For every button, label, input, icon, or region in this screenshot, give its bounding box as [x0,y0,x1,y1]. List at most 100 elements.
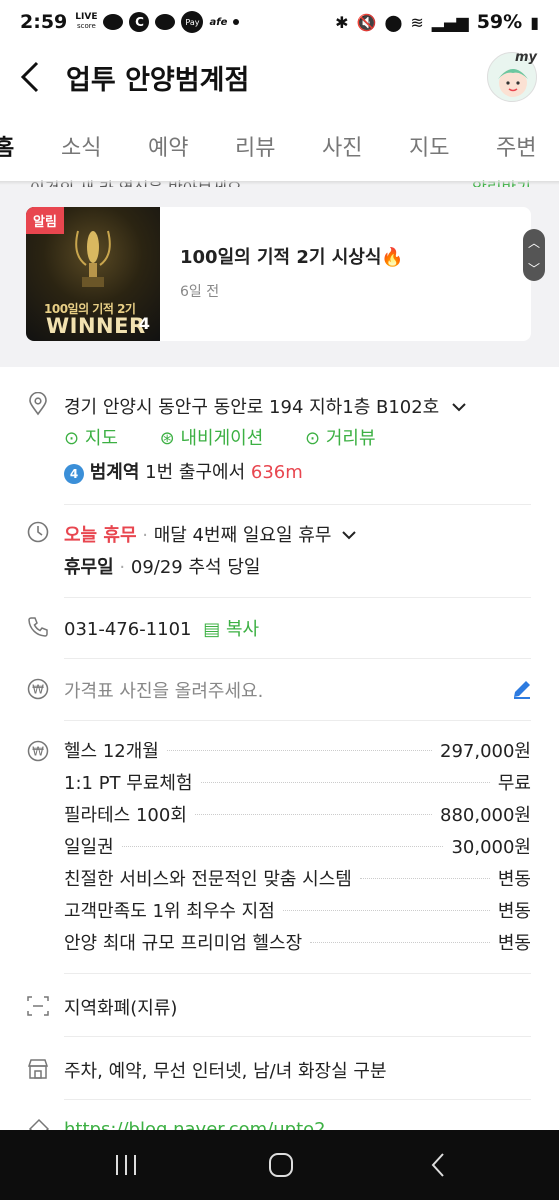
divider [64,720,531,721]
today-status: 오늘 휴무 [64,525,137,546]
alert-thumbnail: 알림 100일의 기적 2기 WINNER 4 [26,207,160,341]
page-title: 업투 안양범계점 [66,64,250,96]
subway-line-badge: 4 [64,464,84,484]
price-item: 일일권 30,000원 [64,830,531,862]
station-exit: 1번 출구에서 [145,462,246,483]
price-photo-prompt[interactable]: 가격표 사진을 올려주세요. [64,677,263,703]
app-header: 업투 안양범계점 my [0,44,559,110]
back-button[interactable] [20,57,54,97]
status-bar: 2:59 LIVE score C Pay afe ✱ 🔇 ⬤ ≋ ▂▄▆ 59… [0,0,559,44]
alert-badge: 알림 [26,207,64,234]
tab-bar: 홈 소식 예약 리뷰 사진 지도 주변 [0,110,559,178]
live-label: LIVE [75,12,98,22]
price-item: 헬스 12개월 297,000원 [64,734,531,766]
price-name: 일일권 [64,837,114,858]
divider [64,658,531,659]
holiday-info: 휴무일 · 09/29 추석 당일 [64,557,261,578]
home-button-icon[interactable] [268,1152,294,1178]
signal-icon: ▂▄▆ [431,12,469,32]
c-app-icon: C [129,12,150,32]
closing-rule: 매달 4번째 일요일 휴무 [153,525,332,546]
chevron-up-icon[interactable]: ︿ [528,234,540,251]
price-name: 헬스 12개월 [64,741,159,762]
map-link[interactable]: ⊙ 지도 [64,428,136,449]
scan-card-icon [27,996,49,1016]
divider [64,1036,531,1037]
tab-news[interactable]: 소식 [61,130,101,162]
homepage-row: https://blog.naver.com/upto2 [0,1118,559,1130]
phone-number[interactable]: 031-476-1101 [64,619,192,640]
homepage-link[interactable]: https://blog.naver.com/upto2 [64,1119,326,1130]
location-pin-icon [29,392,47,416]
chat-icon [103,14,124,30]
price-item: 필라테스 100회 880,000원 [64,798,531,830]
divider [64,1099,531,1100]
recent-apps-icon[interactable] [114,1152,138,1178]
address-links: ⊙ 지도 ⊛ 내비게이션 ⊙ 거리뷰 [64,424,412,450]
location-icon: ⬤ [384,12,403,32]
alert-card[interactable]: 알림 100일의 기적 2기 WINNER 4 100일의 기적 2기 시상식🔥… [26,207,531,341]
tab-map[interactable]: 지도 [409,130,449,162]
trophy-icon [75,230,111,287]
chevron-down-icon[interactable]: ﹀ [528,260,540,277]
carousel-scroll-control[interactable]: ︿ ﹀ [523,229,545,281]
map-link-label: 지도 [84,428,118,449]
copy-button[interactable]: ▤ 복사 [203,619,259,640]
price-item: 1:1 PT 무료체험 무료 [64,766,531,798]
holiday-label: 휴무일 [64,557,114,578]
address-text[interactable]: 경기 안양시 동안구 동안로 194 지하1층 B102호 [64,393,467,419]
thumb-winner-text: WINNER [46,314,146,338]
svg-text:₩: ₩ [32,683,44,697]
chevron-down-icon[interactable] [341,529,357,541]
divider [64,973,531,974]
price-item: 고객만족도 1위 최우수 지점 변동 [64,894,531,926]
price-item: 친절한 서비스와 전문적인 맞춤 시스템 변동 [64,862,531,894]
image-count: 4 [138,314,150,333]
hours-status[interactable]: 오늘 휴무 · 매달 4번째 일요일 휴무 [64,521,357,547]
price-value: 30,000원 [451,837,531,858]
station-distance: 636m [250,462,303,483]
amenities-text: 주차, 예약, 무선 인터넷, 남/녀 화장실 구분 [64,1061,387,1082]
tab-photos[interactable]: 사진 [322,130,362,162]
won-icon: ₩ [27,678,49,700]
streetview-link-label: 거리뷰 [325,428,376,449]
streetview-link[interactable]: ⊙ 거리뷰 [305,428,394,449]
pay-icon: Pay [181,11,204,33]
svg-text:₩: ₩ [32,745,44,759]
copy-label: 복사 [226,619,260,640]
tab-reservation[interactable]: 예약 [148,130,188,162]
price-value: 무료 [497,773,531,794]
edit-pencil-icon[interactable] [511,678,533,700]
wifi-icon: ≋ [410,12,424,32]
battery-icon: ▮ [530,12,539,32]
navigation-link[interactable]: ⊛ 내비게이션 [160,428,282,449]
divider [64,597,531,598]
price-name: 안양 최대 규모 프리미엄 헬스장 [64,933,303,954]
price-value: 변동 [497,901,531,922]
status-time: 2:59 [20,11,68,33]
price-value: 변동 [497,869,531,890]
chevron-down-icon[interactable] [451,401,467,413]
back-nav-icon[interactable] [430,1152,446,1178]
home-link-icon [28,1118,50,1130]
tab-nearby[interactable]: 주변 [496,130,536,162]
tabs-shadow [0,181,559,185]
tab-home[interactable]: 홈 [0,130,14,162]
tab-reviews[interactable]: 리뷰 [235,130,275,162]
battery-level: 59% [476,11,523,33]
subway-info: 4 범계역 1번 출구에서 636m [64,458,303,484]
price-list: 헬스 12개월 297,000원 1:1 PT 무료체험 무료 필라테스 100회 8… [64,734,531,958]
phone-row: 031-476-1101 ▤ 복사 [64,615,259,641]
holiday-value: 09/29 추석 당일 [130,557,261,578]
price-value: 297,000원 [440,741,531,762]
copy-icon: ▤ [203,619,221,640]
divider [64,504,531,505]
price-name: 1:1 PT 무료체험 [64,773,193,794]
alert-time: 6일 전 [180,284,220,300]
navigation-link-label: 내비게이션 [180,428,264,449]
alert-section: 이건의 새 카 열심을 받아보세요. 알림받기 알림 100일의 기적 2기 W… [0,179,559,367]
won-icon: ₩ [27,740,49,762]
price-item: 안양 최대 규모 프리미엄 헬스장 변동 [64,926,531,958]
alert-title: 100일의 기적 2기 시상식🔥 [180,247,404,268]
phone-icon [28,617,48,637]
